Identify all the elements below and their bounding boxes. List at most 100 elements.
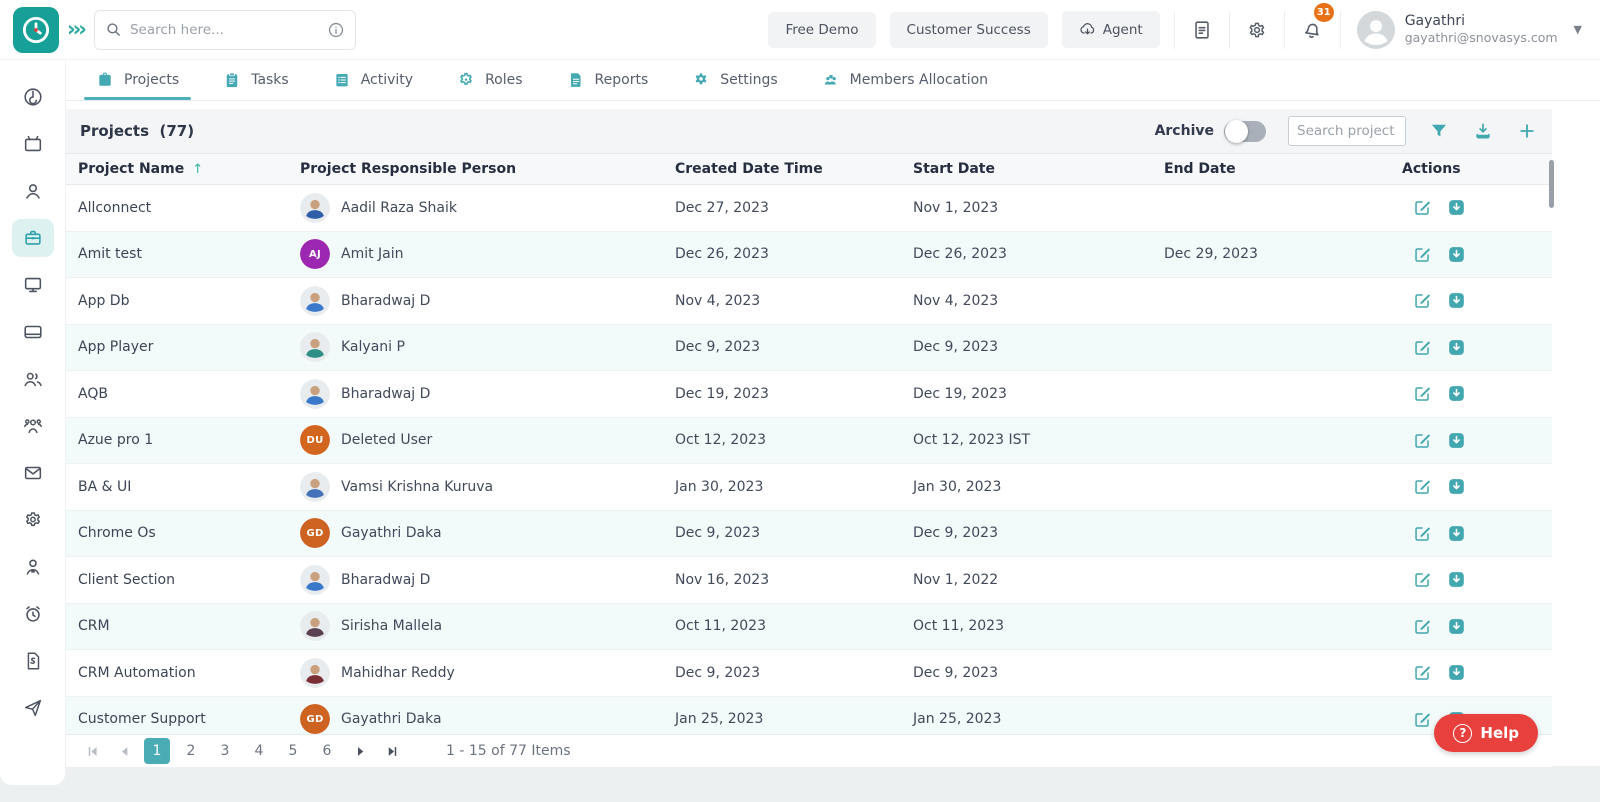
- edit-icon: [1413, 663, 1432, 682]
- person-avatar: [300, 611, 330, 641]
- start-date: Nov 4, 2023: [901, 293, 1152, 309]
- tab-roles[interactable]: Roles: [457, 60, 522, 100]
- tab-activity[interactable]: Activity: [333, 60, 413, 100]
- archive-project-button[interactable]: [1446, 477, 1466, 497]
- download-icon: [1473, 121, 1493, 141]
- tab-tasks[interactable]: Tasks: [223, 60, 289, 100]
- sidebar-item-billing[interactable]: [12, 313, 54, 351]
- person-photo-avatar: [300, 193, 330, 223]
- tab-projects[interactable]: Projects: [96, 60, 179, 100]
- person-avatar: GD: [300, 704, 330, 734]
- table-row: AQBBharadwaj DDec 19, 2023Dec 19, 2023: [66, 371, 1552, 418]
- archive-box-icon: [1447, 617, 1466, 636]
- actions-cell: [1390, 523, 1552, 543]
- agent-download-button[interactable]: Agent: [1062, 11, 1160, 48]
- notes-button[interactable]: [1174, 11, 1229, 49]
- page-button[interactable]: 6: [314, 738, 340, 764]
- sidebar-item-alarm[interactable]: [12, 595, 54, 633]
- next-page-button[interactable]: [348, 739, 372, 763]
- edit-project-button[interactable]: [1412, 616, 1432, 636]
- cloud-download-icon: [1079, 21, 1096, 38]
- column-header-actions: Actions: [1390, 161, 1552, 177]
- archive-toggle[interactable]: [1224, 121, 1266, 142]
- project-search-input[interactable]: [1288, 116, 1406, 146]
- page-button[interactable]: 3: [212, 738, 238, 764]
- sidebar-item-mail[interactable]: [12, 454, 54, 492]
- sidebar-item-send[interactable]: [12, 689, 54, 727]
- project-name: AQB: [66, 386, 288, 402]
- edit-project-button[interactable]: [1412, 337, 1432, 357]
- archive-project-button[interactable]: [1446, 616, 1466, 636]
- tab-reports[interactable]: Reports: [567, 60, 649, 100]
- sidebar-item-invoice[interactable]: [12, 642, 54, 680]
- column-header-end-date[interactable]: End Date: [1152, 161, 1390, 177]
- settings-button[interactable]: [1229, 11, 1284, 49]
- created-date: Jan 30, 2023: [663, 479, 901, 495]
- customer-success-button[interactable]: Customer Success: [890, 12, 1048, 48]
- archive-project-button[interactable]: [1446, 291, 1466, 311]
- archive-project-button[interactable]: [1446, 384, 1466, 404]
- edit-project-button[interactable]: [1412, 709, 1432, 729]
- edit-icon: [1413, 710, 1432, 729]
- column-header-created-date[interactable]: Created Date Time: [663, 161, 901, 177]
- tab-members-allocation[interactable]: Members Allocation: [822, 60, 988, 100]
- sidebar-item-monitor[interactable]: [12, 266, 54, 304]
- sidebar-item-user[interactable]: [12, 172, 54, 210]
- app-logo-clock-icon[interactable]: [13, 7, 59, 53]
- user-text: Gayathri gayathri@snovasys.com: [1405, 13, 1558, 46]
- column-header-project-name[interactable]: Project Name↑: [66, 161, 288, 177]
- first-page-button[interactable]: [80, 739, 104, 763]
- archive-project-button[interactable]: [1446, 337, 1466, 357]
- sidebar-item-tv[interactable]: [12, 125, 54, 163]
- edit-project-button[interactable]: [1412, 291, 1432, 311]
- notification-badge: 31: [1314, 3, 1334, 22]
- sidebar-item-clients[interactable]: [12, 360, 54, 398]
- clipboard-icon: [223, 71, 241, 89]
- tab-label: Settings: [720, 72, 777, 88]
- column-header-start-date[interactable]: Start Date: [901, 161, 1152, 177]
- free-demo-button[interactable]: Free Demo: [768, 12, 875, 48]
- archive-project-button[interactable]: [1446, 198, 1466, 218]
- edit-project-button[interactable]: [1412, 663, 1432, 683]
- sidebar-item-settings[interactable]: [12, 501, 54, 539]
- edit-project-button[interactable]: [1412, 477, 1432, 497]
- archive-project-button[interactable]: [1446, 430, 1466, 450]
- created-date: Nov 16, 2023: [663, 572, 901, 588]
- page-button[interactable]: 1: [144, 738, 170, 764]
- page-button[interactable]: 5: [280, 738, 306, 764]
- created-date: Dec 9, 2023: [663, 665, 901, 681]
- column-header-responsible-person[interactable]: Project Responsible Person: [288, 161, 663, 177]
- info-icon[interactable]: [327, 21, 345, 39]
- sidebar-item-team[interactable]: [12, 407, 54, 445]
- add-project-button[interactable]: [1516, 120, 1538, 142]
- project-name: Chrome Os: [66, 525, 288, 541]
- user-menu[interactable]: Gayathri gayathri@snovasys.com ▼: [1340, 11, 1600, 49]
- edit-project-button[interactable]: [1412, 198, 1432, 218]
- sidebar-item-profile[interactable]: [12, 548, 54, 586]
- edit-project-button[interactable]: [1412, 384, 1432, 404]
- created-date: Dec 27, 2023: [663, 200, 901, 216]
- tab-settings[interactable]: Settings: [692, 60, 777, 100]
- notifications-button[interactable]: 31: [1284, 11, 1340, 49]
- page-button[interactable]: 2: [178, 738, 204, 764]
- help-button[interactable]: ? Help: [1434, 714, 1538, 752]
- page-button[interactable]: 4: [246, 738, 272, 764]
- edit-project-button[interactable]: [1412, 570, 1432, 590]
- filter-button[interactable]: [1428, 120, 1450, 142]
- vertical-scrollbar-thumb[interactable]: [1549, 160, 1554, 208]
- download-button[interactable]: [1472, 120, 1494, 142]
- edit-project-button[interactable]: [1412, 430, 1432, 450]
- archive-project-button[interactable]: [1446, 244, 1466, 264]
- edit-project-button[interactable]: [1412, 244, 1432, 264]
- sidebar-item-timer[interactable]: [12, 78, 54, 116]
- archive-project-button[interactable]: [1446, 523, 1466, 543]
- sidebar-expand-icon[interactable]: ›››: [67, 19, 84, 40]
- archive-project-button[interactable]: [1446, 570, 1466, 590]
- last-page-button[interactable]: [380, 739, 404, 763]
- previous-page-button[interactable]: [112, 739, 136, 763]
- sidebar-item-projects[interactable]: [12, 219, 54, 257]
- global-search-input[interactable]: [130, 22, 319, 38]
- edit-project-button[interactable]: [1412, 523, 1432, 543]
- archive-project-button[interactable]: [1446, 663, 1466, 683]
- plus-icon: [1517, 121, 1537, 141]
